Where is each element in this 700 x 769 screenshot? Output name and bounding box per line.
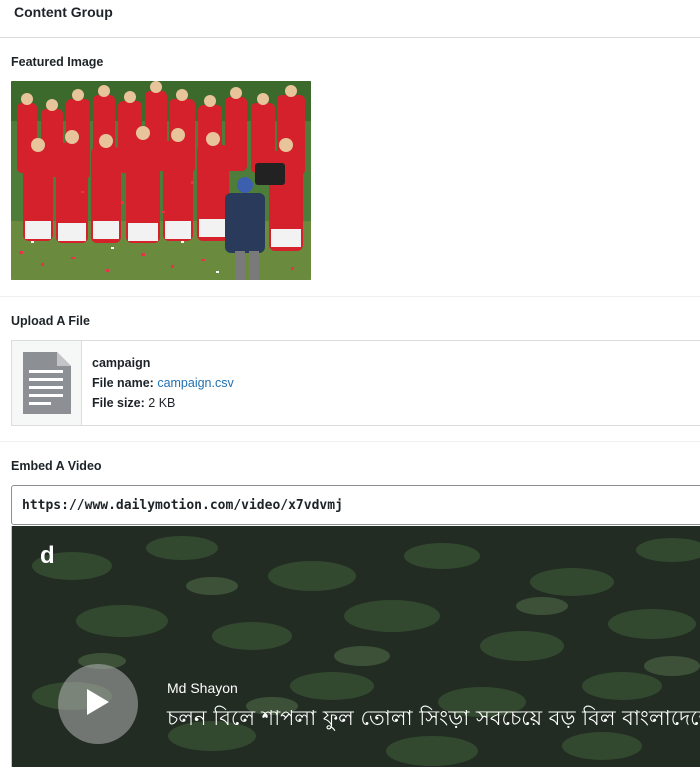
- featured-image-section: Featured Image: [0, 38, 700, 297]
- file-details: campaign File name: campaign.csv File si…: [92, 353, 234, 413]
- file-size-value: 2 KB: [148, 396, 176, 410]
- play-icon: [85, 687, 111, 722]
- content-group-title: Content Group: [14, 4, 113, 20]
- video-player[interactable]: d Md Shayon চলন বিলে শাপলা ফুল তোলা সিংড…: [11, 526, 700, 767]
- file-name-link[interactable]: campaign.csv: [157, 376, 233, 390]
- dailymotion-logo: d: [40, 542, 55, 569]
- embed-video-section: Embed A Video d: [0, 442, 700, 769]
- file-size-label: File size:: [92, 396, 145, 410]
- content-group-header: Content Group: [0, 0, 700, 38]
- file-attachment[interactable]: campaign File name: campaign.csv File si…: [11, 340, 700, 426]
- file-name-label: File name:: [92, 376, 154, 390]
- video-url-input[interactable]: [11, 485, 700, 525]
- video-channel: Md Shayon: [167, 680, 238, 696]
- file-title: campaign: [92, 356, 151, 370]
- video-title[interactable]: চলন বিলে শাপলা ফুল তোলা সিংড়া সবচেয়ে ব…: [167, 702, 700, 737]
- file-name-row: File name: campaign.csv: [92, 373, 234, 393]
- upload-file-label: Upload A File: [11, 314, 90, 328]
- file-size-row: File size: 2 KB: [92, 393, 234, 413]
- upload-file-section: Upload A File campaign File name: campai…: [0, 297, 700, 442]
- featured-image-label: Featured Image: [11, 55, 104, 69]
- featured-image: [11, 81, 311, 280]
- play-button[interactable]: [58, 664, 138, 744]
- file-thumbnail: [12, 341, 82, 425]
- embed-video-label: Embed A Video: [11, 459, 102, 473]
